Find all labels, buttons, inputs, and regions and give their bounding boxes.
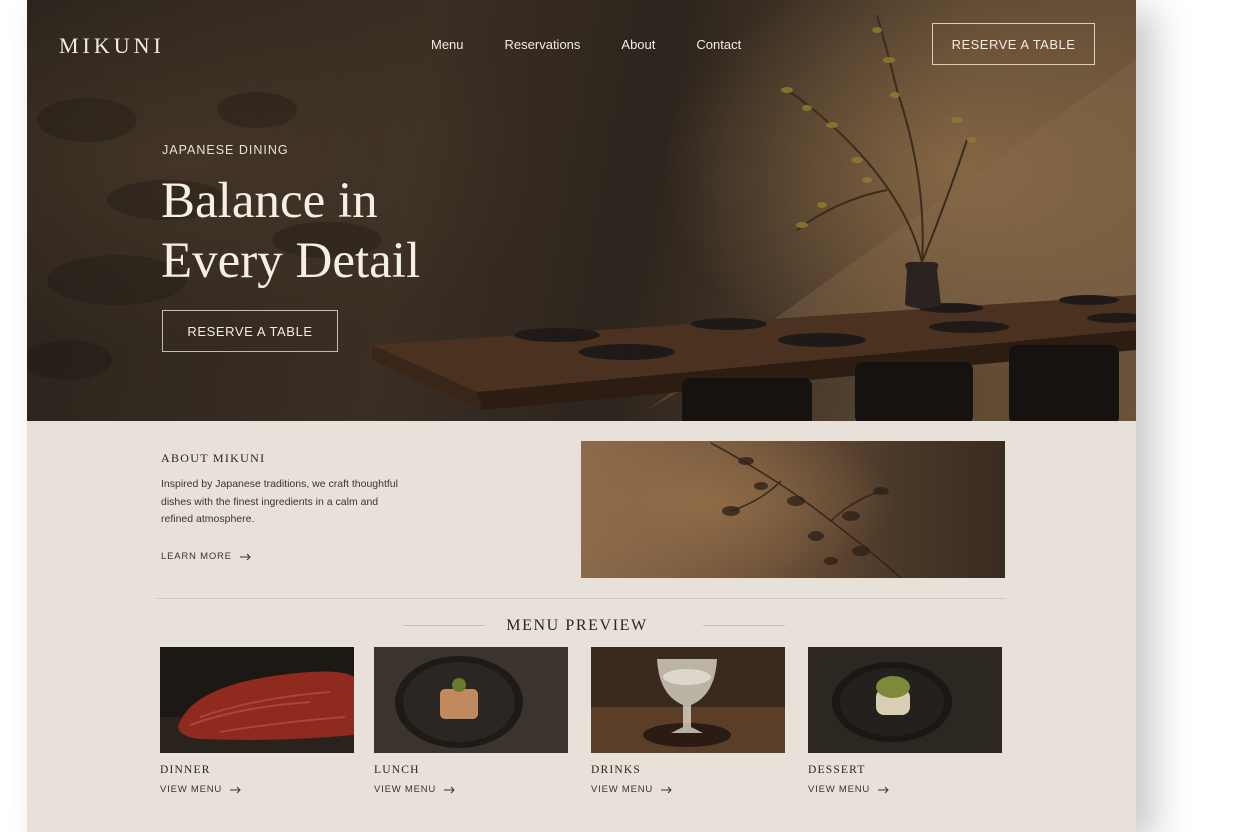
arrow-right-icon (878, 786, 889, 793)
view-menu-link-dessert[interactable]: VIEW MENU (808, 784, 1002, 795)
view-menu-label: VIEW MENU (591, 784, 654, 795)
arrow-right-icon (661, 786, 672, 793)
menu-preview-header: MENU PREVIEW (397, 617, 785, 635)
view-menu-link-dinner[interactable]: VIEW MENU (160, 784, 354, 795)
nav-item-menu[interactable]: Menu (431, 37, 464, 52)
nav-item-about[interactable]: About (621, 37, 655, 52)
brand-logo[interactable]: MIKUNI (59, 33, 165, 59)
card-title-lunch: LUNCH (374, 764, 420, 776)
hero-section: MIKUNI Menu Reservations About Contact R… (27, 0, 1136, 421)
view-menu-link-drinks[interactable]: VIEW MENU (591, 784, 785, 795)
menu-card-lunch[interactable]: LUNCH VIEW MENU (374, 647, 568, 795)
nav-item-reservations[interactable]: Reservations (505, 37, 581, 52)
menu-card-dinner[interactable]: DINNER VIEW MENU (160, 647, 354, 795)
drinks-image (591, 647, 785, 753)
menu-card-drinks[interactable]: DRINKS VIEW MENU (591, 647, 785, 795)
about-title: ABOUT MIKUNI (161, 451, 266, 465)
about-image (581, 441, 1005, 578)
dessert-image (808, 647, 1002, 753)
menu-preview-heading: MENU PREVIEW (506, 617, 648, 634)
branch-shadow-art (710, 442, 902, 578)
section-divider (157, 598, 1005, 599)
menu-card-dessert[interactable]: DESSERT VIEW MENU (808, 647, 1002, 795)
learn-more-link[interactable]: LEARN MORE (161, 551, 251, 562)
nav-item-contact[interactable]: Contact (696, 37, 741, 52)
view-menu-label: VIEW MENU (808, 784, 871, 795)
hero-reserve-button[interactable]: RESERVE A TABLE (162, 310, 338, 352)
hero-title: Balance in Every Detail (161, 171, 491, 291)
dinner-image (160, 647, 354, 753)
header-reserve-button[interactable]: RESERVE A TABLE (932, 23, 1095, 65)
page-frame: MIKUNI Menu Reservations About Contact R… (27, 0, 1136, 832)
heading-rule-right (703, 625, 785, 626)
arrow-right-icon (444, 786, 455, 793)
view-menu-label: VIEW MENU (374, 784, 437, 795)
about-text: Inspired by Japanese traditions, we craf… (161, 478, 398, 525)
arrow-right-icon (230, 786, 241, 793)
learn-more-label: LEARN MORE (161, 551, 232, 562)
hero-eyebrow: JAPANESE DINING (162, 143, 289, 157)
heading-rule-left (403, 625, 485, 626)
arrow-right-icon (239, 553, 251, 560)
main-nav: Menu Reservations About Contact (431, 37, 741, 52)
hero-title-line-2: Every Detail (161, 233, 421, 289)
hero-title-line-1: Balance in (161, 173, 378, 229)
card-title-dessert: DESSERT (808, 764, 866, 776)
lunch-image (374, 647, 568, 753)
view-menu-link-lunch[interactable]: VIEW MENU (374, 784, 568, 795)
card-title-drinks: DRINKS (591, 764, 642, 776)
card-title-dinner: DINNER (160, 764, 211, 776)
view-menu-label: VIEW MENU (160, 784, 223, 795)
